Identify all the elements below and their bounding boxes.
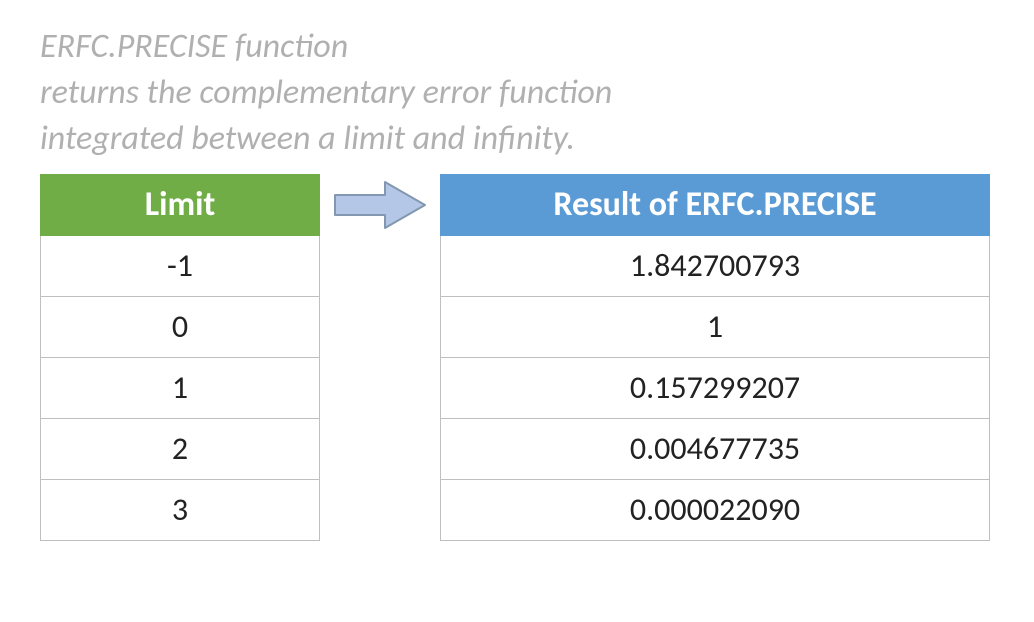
limit-cell: 1 xyxy=(41,357,320,418)
result-cell: 0.157299207 xyxy=(441,357,990,418)
table-row: 0.004677735 xyxy=(441,418,990,479)
table-row: -1 xyxy=(41,235,320,296)
table-row: 1.842700793 xyxy=(441,235,990,296)
table-row: 1 xyxy=(41,357,320,418)
desc-line-3: integrated between a limit and infinity. xyxy=(40,116,994,162)
limit-cell: 3 xyxy=(41,479,320,540)
arrow-container xyxy=(320,174,440,232)
table-row: 1 xyxy=(441,296,990,357)
page: ERFC.PRECISE function returns the comple… xyxy=(0,0,1034,581)
arrow-right-icon xyxy=(330,178,430,232)
content-row: Limit -1 0 1 2 3 Result of ERFC.PRECISE … xyxy=(40,174,994,541)
limit-cell: 2 xyxy=(41,418,320,479)
limit-header-cell: Limit xyxy=(41,174,320,235)
desc-line-1: ERFC.PRECISE function xyxy=(40,24,994,70)
description-block: ERFC.PRECISE function returns the comple… xyxy=(40,24,994,162)
limit-table: Limit -1 0 1 2 3 xyxy=(40,174,320,541)
desc-line-2: returns the complementary error function xyxy=(40,70,994,116)
result-cell: 0.000022090 xyxy=(441,479,990,540)
result-cell: 1 xyxy=(441,296,990,357)
result-table: Result of ERFC.PRECISE 1.842700793 1 0.1… xyxy=(440,174,990,541)
result-cell: 1.842700793 xyxy=(441,235,990,296)
result-header-cell: Result of ERFC.PRECISE xyxy=(441,174,990,235)
table-row: 0.000022090 xyxy=(441,479,990,540)
table-row: 2 xyxy=(41,418,320,479)
table-row: 0.157299207 xyxy=(441,357,990,418)
table-row: 3 xyxy=(41,479,320,540)
result-cell: 0.004677735 xyxy=(441,418,990,479)
limit-cell: -1 xyxy=(41,235,320,296)
table-row: 0 xyxy=(41,296,320,357)
limit-cell: 0 xyxy=(41,296,320,357)
